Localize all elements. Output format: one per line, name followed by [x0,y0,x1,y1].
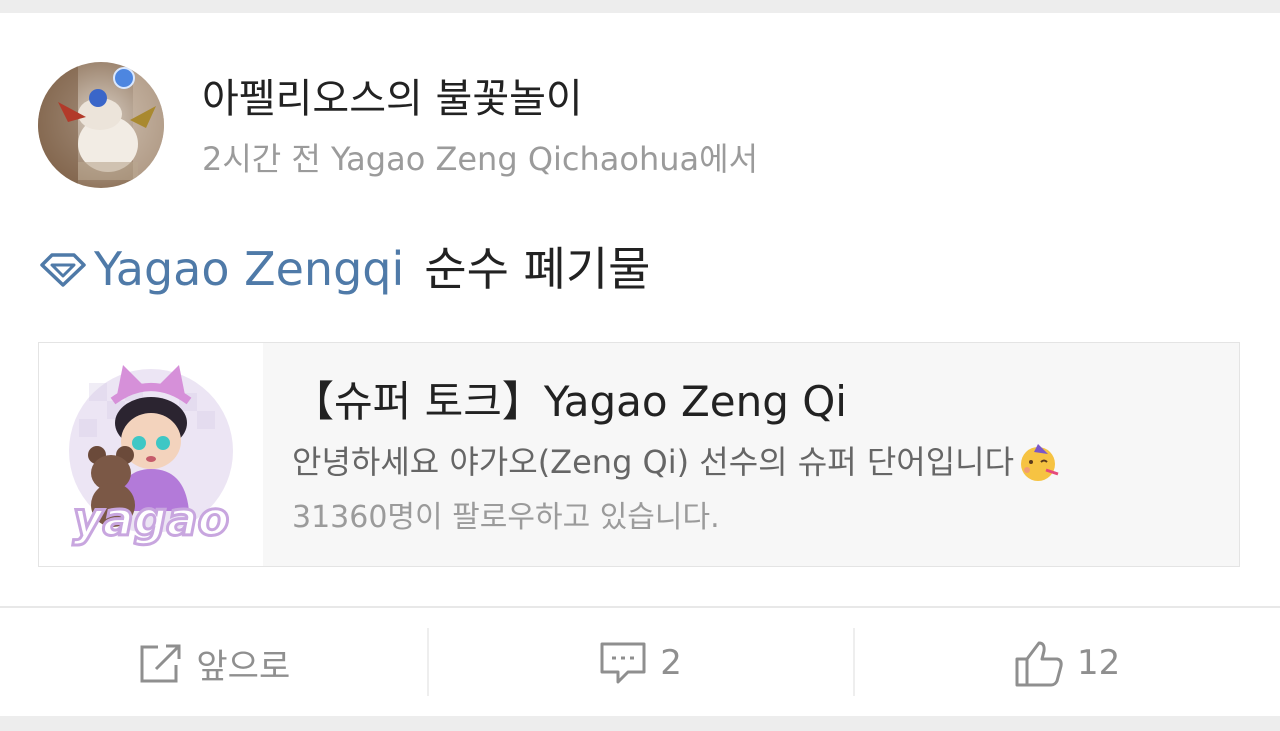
topic-link[interactable]: Yagao Zengqi [94,241,404,297]
post-text: 순수 폐기물 [424,242,651,296]
forward-label: 앞으로 [196,646,291,687]
post-meta: 2시간 전 Yagao Zeng Qichaohua에서 [202,140,759,178]
thumbnail-text: yagao [73,492,230,546]
supertopic-title: 【슈퍼 토크】Yagao Zeng Qi [292,377,847,426]
post-action-bar: 앞으로 2 12 [0,606,1280,718]
supertopic-description-text: 안녕하세요 야가오(Zeng Qi) 선수의 슈퍼 단어입니다 [292,443,1015,481]
supertopic-card[interactable]: yagao 【슈퍼 토크】Yagao Zeng Qi 안녕하세요 야가오(Zen… [38,342,1240,567]
supertopic-followers: 31360명이 팔로우하고 있습니다. [292,500,720,535]
supertopic-thumbnail: yagao [39,343,263,566]
like-button[interactable]: 12 [853,608,1280,718]
supertopic-description: 안녕하세요 야가오(Zeng Qi) 선수의 슈퍼 단어입니다 [292,440,1060,484]
comment-count: 2 [660,643,682,683]
comment-icon [600,642,646,684]
forward-icon [140,644,181,683]
thumbs-up-icon [1015,641,1063,687]
forward-button[interactable]: 앞으로 [0,608,427,718]
post-content: Yagao Zengqi 순수 폐기물 [38,241,651,297]
author-avatar[interactable] [38,62,164,188]
like-count: 12 [1077,643,1121,683]
supertopic-diamond-icon [40,253,86,287]
comment-button[interactable]: 2 [426,608,854,718]
feed-post-card: 아펠리오스의 불꽃놀이 2시간 전 Yagao Zeng Qichaohua에서… [0,13,1280,716]
author-name[interactable]: 아펠리오스의 불꽃놀이 [202,75,583,123]
partying-face-emoji [1021,444,1059,481]
